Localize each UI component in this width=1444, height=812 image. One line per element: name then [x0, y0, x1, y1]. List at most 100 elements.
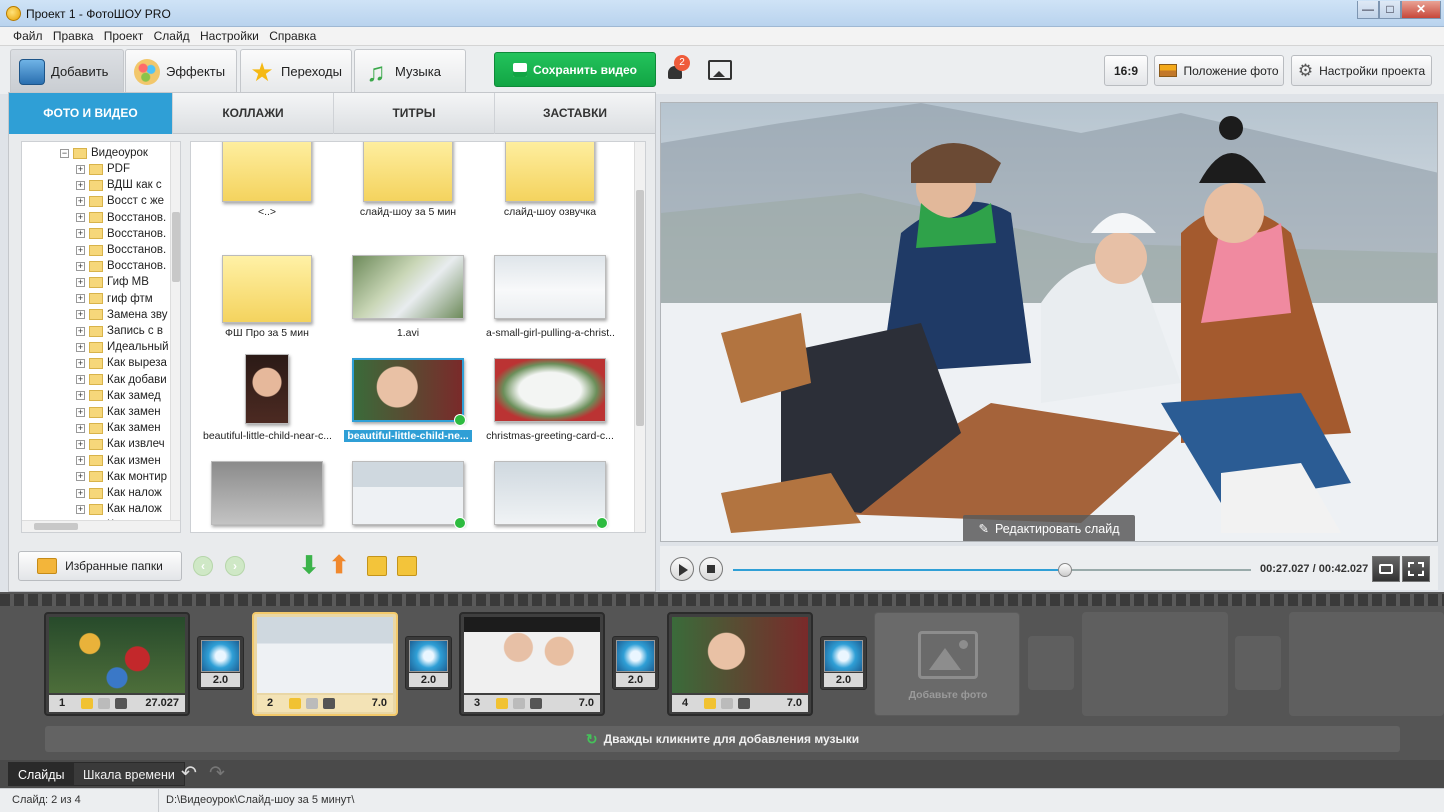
- tree-vertical-scrollbar[interactable]: [170, 142, 180, 520]
- edit-pencil-icon[interactable]: [81, 698, 93, 709]
- tree-item[interactable]: + Восстанов.: [76, 242, 166, 258]
- media-thumbnail[interactable]: 1.avi: [344, 245, 472, 345]
- playback-progress[interactable]: [733, 563, 1251, 577]
- media-thumbnail[interactable]: a-small-girl-pulling-a-christ...: [486, 245, 614, 345]
- transition-card[interactable]: 2.0: [197, 636, 244, 690]
- edit-slide-button[interactable]: ✎ Редактировать слайд: [963, 515, 1135, 541]
- expand-icon[interactable]: +: [76, 423, 85, 433]
- move-up-arrow-icon[interactable]: ⬆: [329, 554, 349, 578]
- media-thumbnails-grid[interactable]: <..> слайд-шоу за 5 мин слайд-шоу озвучка Ф…: [190, 141, 646, 533]
- media-thumbnail[interactable]: beautiful-little-child-ne...: [344, 348, 472, 448]
- expand-icon[interactable]: +: [76, 488, 85, 498]
- expand-icon[interactable]: +: [76, 326, 85, 336]
- zoom-icon[interactable]: [306, 698, 318, 709]
- maximize-button[interactable]: □: [1379, 1, 1401, 19]
- menu-project[interactable]: Проект: [104, 27, 144, 46]
- gallery-icon[interactable]: [708, 60, 732, 80]
- menu-edit[interactable]: Правка: [53, 27, 94, 46]
- tree-item[interactable]: + Восст с же: [76, 193, 164, 209]
- menu-help[interactable]: Справка: [269, 27, 316, 46]
- tab-slides[interactable]: Слайды: [8, 762, 75, 786]
- project-settings-button[interactable]: ⚙ Настройки проекта: [1291, 55, 1432, 86]
- redo-icon[interactable]: ↷: [209, 762, 225, 785]
- transition-card[interactable]: 2.0: [405, 636, 452, 690]
- media-thumbnail[interactable]: слайд-шоу за 5 мин: [344, 142, 472, 224]
- sound-icon[interactable]: [738, 698, 750, 709]
- snapshot-button[interactable]: [1372, 556, 1400, 582]
- favorite-folders-button[interactable]: Избранные папки: [18, 551, 182, 581]
- slide-preview[interactable]: ✎ Редактировать слайд: [660, 102, 1438, 542]
- expand-icon[interactable]: +: [76, 391, 85, 401]
- tree-item[interactable]: + Как замен: [76, 404, 161, 420]
- media-thumbnail[interactable]: family-enjoying-time-...: [344, 451, 472, 532]
- empty-slide-slot[interactable]: [1289, 612, 1444, 716]
- tree-item[interactable]: + Как добави: [76, 372, 167, 388]
- minimize-button[interactable]: —: [1357, 1, 1379, 19]
- stop-button[interactable]: [699, 557, 723, 581]
- save-video-button[interactable]: Сохранить видео: [494, 52, 656, 87]
- media-thumbnail[interactable]: christmas-greeting-card-c...: [486, 348, 614, 448]
- tab-add[interactable]: Добавить: [10, 49, 124, 93]
- add-all-folder-icon[interactable]: [397, 556, 417, 576]
- tree-item[interactable]: + Восстанов.: [76, 210, 166, 226]
- edit-pencil-icon[interactable]: [289, 698, 301, 709]
- media-thumbnail[interactable]: слайд-шоу озвучка: [486, 142, 614, 224]
- zoom-icon[interactable]: [721, 698, 733, 709]
- media-thumbnail[interactable]: christmas-greeting-card-n...: [203, 451, 331, 532]
- progress-handle[interactable]: [1057, 563, 1072, 577]
- expand-icon[interactable]: +: [76, 407, 85, 417]
- edit-pencil-icon[interactable]: [704, 698, 716, 709]
- tab-effects[interactable]: Эффекты: [125, 49, 237, 93]
- collapse-icon[interactable]: −: [60, 148, 69, 158]
- menu-file[interactable]: Файл: [13, 27, 43, 46]
- close-window-button[interactable]: ✕: [1401, 1, 1441, 19]
- undo-icon[interactable]: ↶: [181, 762, 197, 785]
- expand-icon[interactable]: +: [76, 261, 85, 271]
- zoom-icon[interactable]: [98, 698, 110, 709]
- tree-item[interactable]: + Восстанов.: [76, 258, 166, 274]
- tree-item[interactable]: + Как монтир: [76, 469, 167, 485]
- tree-item[interactable]: + Как измен: [76, 453, 161, 469]
- subtab-titles[interactable]: ТИТРЫ: [334, 93, 495, 134]
- sound-icon[interactable]: [115, 698, 127, 709]
- sound-icon[interactable]: [530, 698, 542, 709]
- tree-item-root[interactable]: − Видеоурок: [60, 145, 148, 161]
- slide-card[interactable]: 1 27.027: [44, 612, 190, 716]
- expand-icon[interactable]: +: [76, 277, 85, 287]
- expand-icon[interactable]: +: [76, 245, 85, 255]
- empty-slide-slot[interactable]: [1082, 612, 1228, 716]
- tree-horizontal-scrollbar[interactable]: [22, 520, 180, 532]
- thumbs-scroll-thumb[interactable]: [636, 190, 644, 426]
- transition-card[interactable]: 2.0: [612, 636, 659, 690]
- tab-timeline[interactable]: Шкала времени: [73, 762, 185, 786]
- tree-item[interactable]: + ВДШ как с: [76, 177, 162, 193]
- media-thumbnail[interactable]: family-trip-to-mountai...: [486, 451, 614, 532]
- expand-icon[interactable]: +: [76, 180, 85, 190]
- add-photo-slot[interactable]: Добавьте фото: [874, 612, 1020, 716]
- tree-item[interactable]: + Замена зву: [76, 307, 167, 323]
- expand-icon[interactable]: +: [76, 310, 85, 320]
- fullscreen-button[interactable]: [1402, 556, 1430, 582]
- expand-icon[interactable]: +: [76, 164, 85, 174]
- play-button[interactable]: [670, 557, 694, 581]
- expand-icon[interactable]: +: [76, 456, 85, 466]
- aspect-ratio-button[interactable]: 16:9: [1104, 55, 1148, 86]
- edit-pencil-icon[interactable]: [496, 698, 508, 709]
- tree-scroll-thumb[interactable]: [172, 212, 180, 282]
- expand-icon[interactable]: +: [76, 439, 85, 449]
- menu-settings[interactable]: Настройки: [200, 27, 259, 46]
- subtab-collages[interactable]: КОЛЛАЖИ: [173, 93, 334, 134]
- forward-arrow-icon[interactable]: ›: [225, 556, 245, 576]
- tab-music[interactable]: ♫ Музыка: [354, 49, 466, 93]
- tree-item[interactable]: + PDF: [76, 161, 130, 177]
- transition-card[interactable]: 2.0: [820, 636, 867, 690]
- expand-icon[interactable]: +: [76, 213, 85, 223]
- expand-icon[interactable]: +: [76, 472, 85, 482]
- tree-item[interactable]: + Как замен: [76, 420, 161, 436]
- folder-tree[interactable]: − Видеоурок + PDF + ВДШ как с + Восст с же + Вос…: [21, 141, 181, 533]
- expand-icon[interactable]: +: [76, 375, 85, 385]
- expand-icon[interactable]: +: [76, 294, 85, 304]
- expand-icon[interactable]: +: [76, 196, 85, 206]
- expand-icon[interactable]: +: [76, 342, 85, 352]
- media-thumbnail[interactable]: beautiful-little-child-near-c...: [203, 348, 331, 448]
